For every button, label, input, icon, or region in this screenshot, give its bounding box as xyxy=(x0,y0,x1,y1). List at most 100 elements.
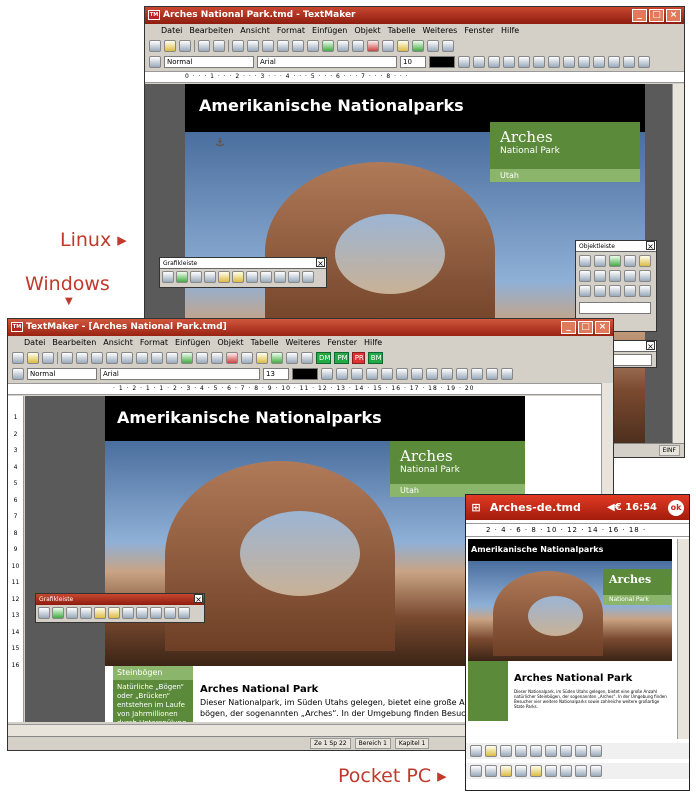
new-icon[interactable] xyxy=(470,745,482,757)
menu-fenster[interactable]: Fenster xyxy=(327,338,357,347)
picture-icon[interactable] xyxy=(162,271,174,283)
menu-fenster[interactable]: Fenster xyxy=(464,26,494,35)
linux-title-bar[interactable]: TM Arches National Park.tmd - TextMaker … xyxy=(145,7,684,24)
align-center-icon[interactable] xyxy=(518,56,530,68)
frame-icon[interactable] xyxy=(337,40,349,52)
paste-icon[interactable] xyxy=(121,352,133,364)
frame-icon[interactable] xyxy=(196,352,208,364)
windows-flag-icon[interactable]: ⊞ xyxy=(466,495,486,520)
badge-bm[interactable]: BM xyxy=(367,352,383,364)
shape-icon[interactable] xyxy=(609,285,621,297)
bold-icon[interactable] xyxy=(321,368,333,380)
line-tool-icon[interactable] xyxy=(624,255,636,267)
frame-icon[interactable] xyxy=(515,765,527,777)
bullets-icon[interactable] xyxy=(575,745,587,757)
menu-einfuegen[interactable]: Einfügen xyxy=(312,26,347,35)
sun-icon[interactable] xyxy=(218,271,230,283)
find-icon[interactable] xyxy=(560,745,572,757)
maximize-button[interactable]: □ xyxy=(578,321,593,334)
pocketpc-page[interactable]: Amerikanische Nationalparks Arches Natio… xyxy=(468,539,672,739)
copy-icon[interactable] xyxy=(530,745,542,757)
rectangle-icon[interactable] xyxy=(579,285,591,297)
tab-left-icon[interactable] xyxy=(563,56,575,68)
linux-grafikleiste-palette[interactable]: Grafikleiste × xyxy=(159,257,327,288)
pocketpc-vertical-scrollbar[interactable] xyxy=(677,539,689,739)
objekt-select[interactable] xyxy=(579,302,651,314)
linux-ruler[interactable]: 0 · · · 1 · · · 2 · · · 3 · · · 4 · · · … xyxy=(145,71,684,83)
group-icon[interactable] xyxy=(639,285,651,297)
menu-weiteres[interactable]: Weiteres xyxy=(286,338,321,347)
brightness-icon[interactable] xyxy=(80,607,92,619)
menu-format[interactable]: Format xyxy=(140,338,168,347)
badge-pr[interactable]: PR xyxy=(351,352,365,364)
copy-icon[interactable] xyxy=(247,40,259,52)
transparency-icon[interactable] xyxy=(178,607,190,619)
print-icon[interactable] xyxy=(198,40,210,52)
numbering-icon[interactable] xyxy=(486,368,498,380)
image-icon[interactable] xyxy=(176,271,188,283)
redo-icon[interactable] xyxy=(292,40,304,52)
find-icon[interactable] xyxy=(166,352,178,364)
menu-hilfe[interactable]: Hilfe xyxy=(364,338,382,347)
bullets-icon[interactable] xyxy=(471,368,483,380)
italic-icon[interactable] xyxy=(336,368,348,380)
spell-icon[interactable] xyxy=(397,40,409,52)
justify-icon[interactable] xyxy=(411,368,423,380)
numbering-icon[interactable] xyxy=(590,745,602,757)
save-icon[interactable] xyxy=(179,40,191,52)
paste-icon[interactable] xyxy=(262,40,274,52)
maximize-button[interactable]: □ xyxy=(649,9,664,22)
picture-icon[interactable] xyxy=(38,607,50,619)
new-icon[interactable] xyxy=(149,40,161,52)
pencil-tool-icon[interactable] xyxy=(639,255,651,267)
numbering-icon[interactable] xyxy=(623,56,635,68)
menu-bearbeiten[interactable]: Bearbeiten xyxy=(52,338,96,347)
document-icon[interactable] xyxy=(575,765,587,777)
menu-weiteres[interactable]: Weiteres xyxy=(423,26,458,35)
paragraph-icon[interactable] xyxy=(301,352,313,364)
zoom-icon[interactable] xyxy=(211,352,223,364)
indent-icon[interactable] xyxy=(638,56,650,68)
align-right-icon[interactable] xyxy=(533,56,545,68)
save-icon[interactable] xyxy=(500,745,512,757)
polyline-tool-icon[interactable] xyxy=(624,270,636,282)
spell-icon[interactable] xyxy=(256,352,268,364)
folder-icon[interactable] xyxy=(500,765,512,777)
picture-icon[interactable] xyxy=(241,352,253,364)
brightness-icon[interactable] xyxy=(204,271,216,283)
copy-icon[interactable] xyxy=(106,352,118,364)
keyboard-icon[interactable] xyxy=(590,765,602,777)
table-icon[interactable] xyxy=(181,352,193,364)
italic-icon[interactable] xyxy=(473,56,485,68)
menu-hilfe[interactable]: Hilfe xyxy=(501,26,519,35)
tab-center-icon[interactable] xyxy=(441,368,453,380)
contrast-icon[interactable] xyxy=(190,271,202,283)
color-icon[interactable] xyxy=(136,607,148,619)
menu-tabelle[interactable]: Tabelle xyxy=(251,338,279,347)
bold-icon[interactable] xyxy=(458,56,470,68)
pocketpc-ruler[interactable]: 2 · 4 · 6 · 8 · 10 · 12 · 14 · 16 · 18 · xyxy=(466,523,689,537)
cut-icon[interactable] xyxy=(232,40,244,52)
gamma-icon[interactable] xyxy=(122,607,134,619)
new-icon[interactable] xyxy=(12,352,24,364)
justify-icon[interactable] xyxy=(548,56,560,68)
badge-pm[interactable]: PM xyxy=(334,352,349,364)
ellipse-icon[interactable] xyxy=(594,285,606,297)
tab-center-icon[interactable] xyxy=(578,56,590,68)
menu-ansicht[interactable]: Ansicht xyxy=(240,26,270,35)
menu-ansicht[interactable]: Ansicht xyxy=(103,338,133,347)
underline-icon[interactable] xyxy=(351,368,363,380)
frame-tool-icon[interactable] xyxy=(594,255,606,267)
sun-icon[interactable] xyxy=(94,607,106,619)
menu-bearbeiten[interactable]: Bearbeiten xyxy=(189,26,233,35)
zoom-icon[interactable] xyxy=(560,765,572,777)
close-icon[interactable]: × xyxy=(316,258,325,268)
pointer-icon[interactable] xyxy=(485,765,497,777)
ok-button[interactable]: ok xyxy=(668,500,684,516)
close-button[interactable]: × xyxy=(666,9,681,22)
chart-icon[interactable] xyxy=(545,765,557,777)
rect-tool-icon[interactable] xyxy=(639,270,651,282)
picture-icon[interactable] xyxy=(530,765,542,777)
undo-icon[interactable] xyxy=(277,40,289,52)
close-icon[interactable]: × xyxy=(646,241,655,251)
